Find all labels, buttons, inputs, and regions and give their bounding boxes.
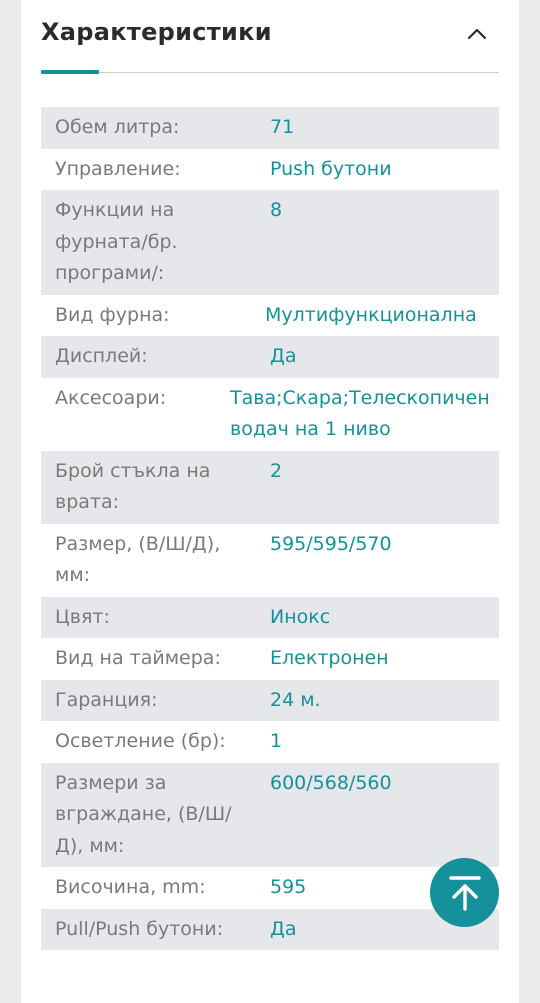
spec-label: Управление:: [55, 157, 181, 180]
spec-label: Обем литра:: [55, 116, 180, 138]
header-accent-underline: [41, 70, 99, 74]
spec-label: Размери за вграждане, (В/Ш/Д), мм:: [55, 771, 232, 857]
spec-value: 1: [270, 730, 283, 752]
spec-label: Вид фурна:: [55, 303, 170, 326]
spec-row-control: Управление: Push бутони: [41, 149, 499, 191]
specifications-table: Обем литра: 71 Управление: Push бутони Ф…: [41, 107, 499, 950]
spec-value: Push бутони: [270, 157, 392, 180]
spec-label: Pull/Push бутони:: [55, 917, 224, 940]
spec-value: 595/595/570: [270, 532, 392, 555]
spec-value: 2: [270, 459, 283, 482]
spec-value: Тава;Скара;Телескопичен водач на 1 ниво: [230, 386, 490, 441]
spec-row-display: Дисплей: Да: [41, 336, 499, 378]
spec-label: Гаранция:: [55, 688, 158, 711]
spec-row-volume: Обем литра: 71: [41, 107, 499, 149]
spec-row-push-buttons: Pull/Push бутони: Да: [41, 908, 499, 950]
spec-label: Осветление (бр):: [55, 730, 226, 752]
spec-row-door-glass: Брой стъкла на врата: 2: [41, 450, 499, 524]
spec-row-oven-type: Вид фурна: Мултифункционална: [41, 295, 499, 337]
spec-row-size: Размер, (В/Ш/Д), мм: 595/595/570: [41, 524, 499, 597]
spec-row-accessories: Аксесоари: Тава;Скара;Телескопичен водач…: [41, 378, 499, 451]
spec-row-color: Цвят: Инокс: [41, 596, 499, 638]
arrow-up-to-top-icon: [448, 875, 481, 911]
scroll-to-top-button[interactable]: [430, 858, 499, 927]
spec-label: Функции на фурната/бр. програми/:: [55, 199, 178, 284]
header-divider: [41, 72, 499, 73]
chevron-up-icon[interactable]: [465, 22, 489, 46]
spec-row-functions: Функции на фурната/бр. програми/: 8: [41, 190, 499, 295]
section-title: Характеристики: [41, 18, 272, 46]
spec-row-warranty: Гаранция: 24 м.: [41, 679, 499, 721]
spec-label: Височина, mm:: [55, 876, 206, 898]
spec-label: Брой стъкла на врата:: [55, 459, 211, 514]
spec-value: 600/568/560: [270, 771, 392, 794]
spec-label: Аксесоари:: [55, 386, 167, 409]
specifications-header[interactable]: Характеристики: [41, 0, 499, 74]
spec-label: Размер, (В/Ш/Д), мм:: [55, 532, 221, 587]
spec-label: Вид на таймера:: [55, 647, 221, 669]
spec-value: Мултифункционална: [265, 303, 477, 326]
spec-row-timer: Вид на таймера: Електронен: [41, 638, 499, 680]
spec-value: Инокс: [270, 605, 331, 628]
specifications-card: Характеристики Обем литра: 71 Управление…: [21, 0, 519, 1003]
spec-value: 24 м.: [270, 688, 321, 711]
spec-value: 71: [270, 116, 295, 138]
spec-value: Да: [270, 345, 297, 367]
spec-value: 8: [270, 199, 283, 221]
spec-row-lighting: Осветление (бр): 1: [41, 721, 499, 763]
spec-value: Електронен: [270, 647, 389, 669]
spec-row-built-in-dimensions: Размери за вграждане, (В/Ш/Д), мм: 600/5…: [41, 762, 499, 867]
spec-label: Цвят:: [55, 605, 110, 628]
spec-label: Дисплей:: [55, 345, 148, 367]
